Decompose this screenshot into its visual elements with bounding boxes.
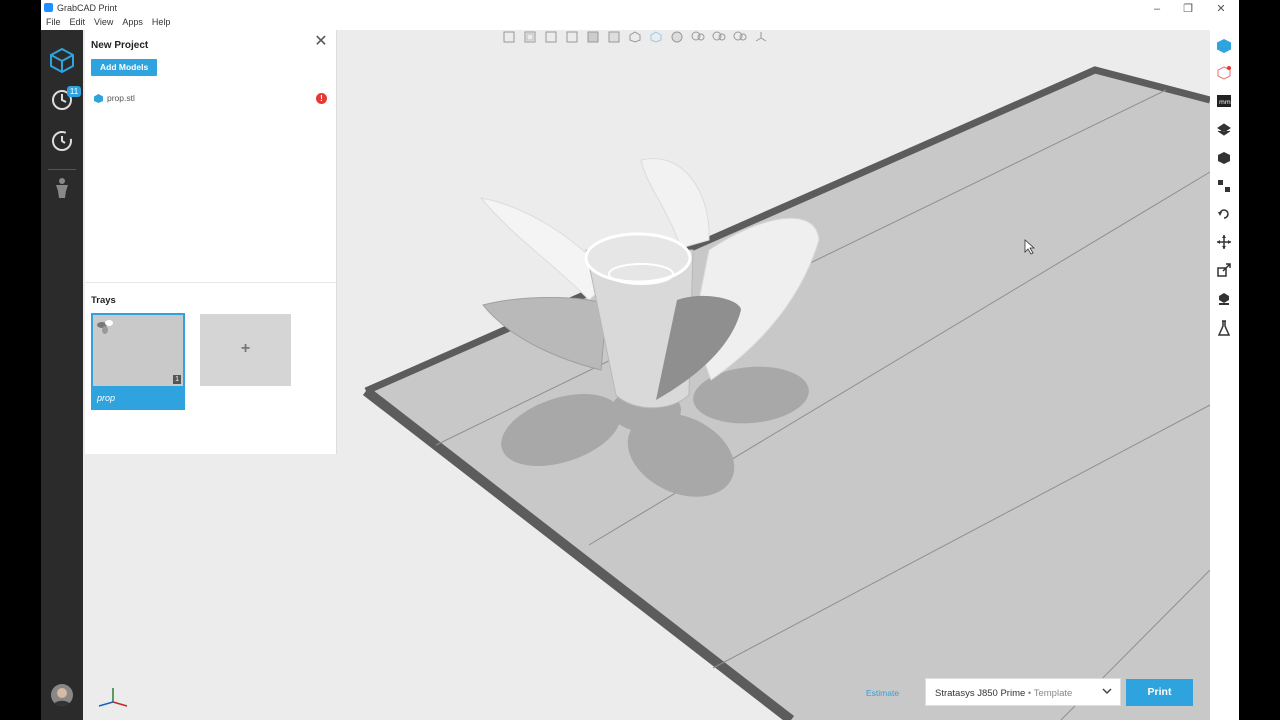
zoom-fit-icon[interactable] [711,31,727,43]
printer-template: Template [1033,688,1073,699]
minimize-button[interactable]: – [1145,2,1169,16]
project-title: New Project [91,40,149,51]
menu-file[interactable]: File [46,17,61,27]
right-toolbar: mm [1210,30,1239,720]
close-panel-button[interactable]: ✕ [313,34,329,51]
panel-divider [85,282,336,283]
model-issues-icon[interactable] [1216,65,1232,81]
menu-apps[interactable]: Apps [122,17,143,27]
model-list-item[interactable]: prop.stl ! [94,92,327,104]
menu-edit[interactable]: Edit [70,17,86,27]
view-sphere-icon[interactable] [669,31,685,43]
view-toolbar [501,31,769,43]
nav-prepare[interactable] [41,42,83,78]
tray-card[interactable]: 1 prop [91,313,185,410]
nav-body-model[interactable] [41,170,83,206]
scale-icon[interactable] [1216,262,1232,278]
menu-view[interactable]: View [94,17,113,27]
axis-indicator-icon [98,688,128,707]
trays-heading: Trays [91,295,116,306]
arrange-icon[interactable] [1216,150,1232,166]
printer-name: Stratasys J850 Prime [935,688,1026,699]
app-window: GrabCAD Print File Edit View Apps Help –… [41,0,1239,720]
units-mm-icon[interactable]: mm [1216,93,1232,109]
app-logo-icon [44,3,53,12]
close-window-button[interactable]: ✕ [1209,2,1233,16]
template-separator: • [1025,688,1034,699]
human-figure-icon [56,178,68,198]
nav-queue[interactable]: 11 [41,82,83,118]
view-top-icon[interactable] [606,31,622,43]
estimate-link[interactable]: Estimate [866,688,899,698]
layers-icon[interactable] [1216,122,1232,138]
printer-select[interactable]: Stratasys J850 Prime • Template [925,678,1121,706]
add-tray-button[interactable]: + [200,314,291,386]
view-right-icon[interactable] [585,31,601,43]
window-title: GrabCAD Print [57,3,118,13]
material-icon[interactable] [1216,320,1232,336]
svg-text:mm: mm [1219,99,1231,106]
tray-thumbnail: 1 [93,315,183,386]
add-models-button[interactable]: Add Models [91,59,158,76]
propeller-thumbnail-icon [97,320,113,334]
warning-icon[interactable]: ! [316,93,327,104]
chevron-down-icon [1102,688,1112,695]
model-info-icon[interactable] [1216,38,1232,54]
print-button[interactable]: Print [1126,679,1193,706]
view-left-icon[interactable] [564,31,580,43]
view-cube-icon[interactable] [627,31,643,43]
menu-help[interactable]: Help [152,17,171,27]
user-avatar[interactable] [51,684,73,706]
rotate-icon[interactable] [1216,206,1232,222]
view-wireframe-icon[interactable] [648,31,664,43]
tray-name: prop [97,393,116,403]
tray-model-count: 1 [173,375,181,384]
view-iso-icon[interactable] [501,31,517,43]
support-icon[interactable] [1216,291,1232,307]
view-back-icon[interactable] [543,31,559,43]
queue-badge: 11 [67,86,81,97]
axes-view-icon[interactable] [753,31,769,43]
title-bar: GrabCAD Print File Edit View Apps Help –… [41,0,1239,30]
cube-icon [50,47,74,73]
zoom-all-icon[interactable] [732,31,748,43]
restore-button[interactable]: ❐ [1176,2,1200,16]
move-icon[interactable] [1216,234,1232,250]
history-icon [52,131,72,151]
model-name: prop.stl [107,93,135,103]
nav-history[interactable] [41,123,83,159]
view-front-icon[interactable] [522,31,538,43]
left-nav: 11 [41,30,83,720]
align-icon[interactable] [1216,178,1232,194]
zoom-icon[interactable] [690,31,706,43]
menu-bar: File Edit View Apps Help [46,17,170,27]
model-cube-icon [94,94,103,103]
project-panel: New Project ✕ Add Models prop.stl ! Tray… [85,30,337,454]
